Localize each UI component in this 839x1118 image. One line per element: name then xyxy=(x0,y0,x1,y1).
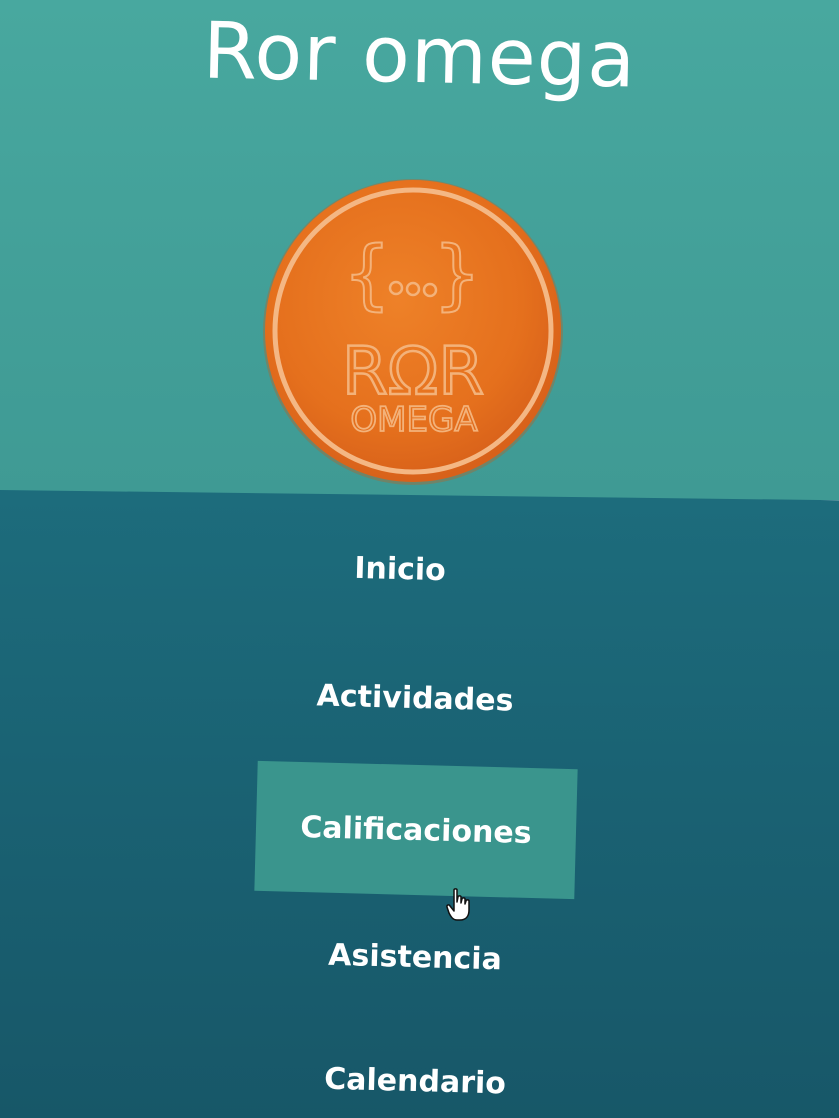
svg-text:{: { xyxy=(343,229,391,318)
nav-item-calificaciones[interactable]: Calificaciones xyxy=(254,760,578,900)
app-title: Ror omega xyxy=(201,6,638,106)
nav-item-calendario[interactable]: Calendario xyxy=(305,1061,526,1107)
logo-monogram: RΩR xyxy=(342,333,484,410)
hand-pointer-icon xyxy=(446,888,470,921)
app-window: Ror omega { } RΩR OMEGA Inicio Actividad… xyxy=(0,0,839,1118)
ror-omega-logo: { } RΩR OMEGA xyxy=(263,179,563,485)
nav-item-inicio[interactable]: Inicio xyxy=(330,550,471,594)
logo-wordmark: OMEGA xyxy=(350,400,477,440)
nav-item-actividades[interactable]: Actividades xyxy=(300,678,531,724)
header: Ror omega { } RΩR OMEGA xyxy=(0,0,839,500)
svg-text:}: } xyxy=(433,229,481,318)
nav-item-asistencia[interactable]: Asistencia xyxy=(310,937,521,982)
